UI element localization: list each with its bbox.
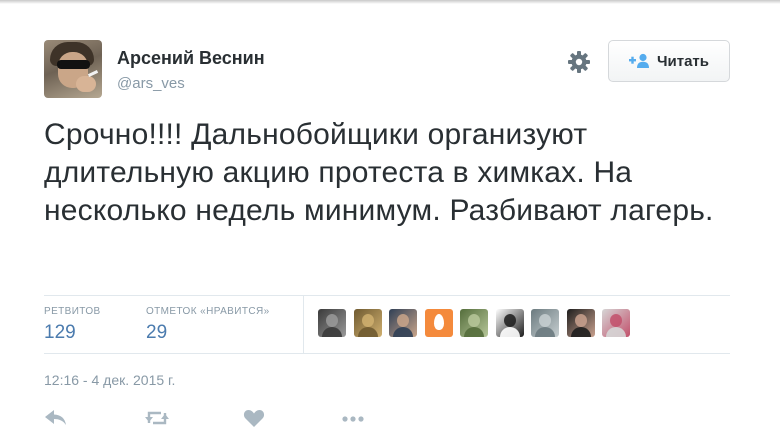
author-handle[interactable]: @ars_ves [117,75,185,92]
favoriter-avatar[interactable] [460,309,488,337]
likes-label: ОТМЕТОК «НРАВИТСЯ» [146,306,270,317]
favoriter-avatar[interactable] [496,309,524,337]
divider [44,295,730,296]
favoriter-avatar[interactable] [389,309,417,337]
author-name[interactable]: Арсений Веснин [117,48,265,69]
favoriter-avatar[interactable] [567,309,595,337]
stats-divider [303,295,304,353]
likes-count[interactable]: 29 [146,322,167,344]
divider [44,353,730,354]
favoriter-avatar[interactable] [318,309,346,337]
like-icon[interactable] [243,408,269,430]
tweet-text: Срочно!!!! Дальнобойщики организуют длит… [44,118,714,227]
add-person-icon [628,53,651,69]
reply-icon[interactable] [44,408,70,430]
favoriter-avatar[interactable] [531,309,559,337]
favoriter-avatar[interactable] [425,309,453,337]
favoriter-avatar[interactable] [354,309,382,337]
gear-icon[interactable] [567,50,591,74]
retweets-count[interactable]: 129 [44,322,76,344]
retweets-label: РЕТВИТОВ [44,306,101,317]
tweet-card: Арсений Веснин @ars_ves Читать Срочно!!!… [0,0,780,432]
follow-label: Читать [656,52,710,70]
retweet-icon[interactable] [144,408,170,430]
follow-button[interactable]: Читать [608,40,730,82]
tweet-timestamp[interactable]: 12:16 - 4 дек. 2015 г. [44,372,175,388]
favoriter-avatar[interactable] [602,309,630,337]
author-avatar[interactable] [44,40,102,98]
more-icon[interactable] [340,408,366,430]
